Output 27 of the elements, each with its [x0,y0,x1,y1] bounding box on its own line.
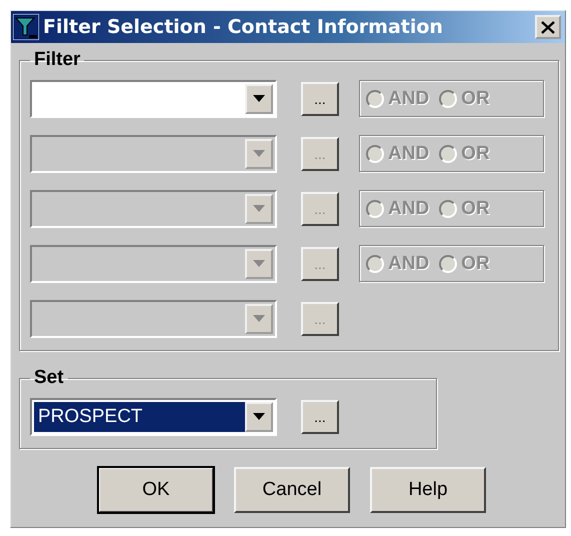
radio-label: AND [388,142,430,164]
radio-label: OR [461,252,490,274]
browse-button[interactable]: ... [301,82,339,116]
radio-label: AND [388,88,430,110]
radio-label: OR [461,198,490,220]
funnel-icon [13,14,39,40]
dropdown-arrow-icon [253,205,265,212]
dropdown-field[interactable] [30,80,277,118]
radio-label: AND [388,252,430,274]
close-icon [541,20,555,34]
dialog-button[interactable]: Cancel [234,467,350,513]
browse-button[interactable]: ... [301,400,339,434]
dropdown-arrow-icon [253,150,265,157]
dropdown-arrow-icon [253,260,265,267]
radio-label: AND [388,198,430,220]
dropdown-field[interactable]: PROSPECT [30,398,277,436]
dropdown-arrow-icon [253,315,265,322]
radio-label: OR [461,142,490,164]
close-button[interactable] [535,15,561,39]
dialog-button[interactable]: Help [370,467,486,513]
dialog-button[interactable]: OK [98,467,214,513]
group-label: Set [33,367,65,389]
dropdown-arrow-icon [253,413,265,420]
radio-label: OR [461,88,490,110]
group-label: Filter [33,49,82,71]
window-title: Filter Selection - Contact Information [43,16,444,38]
dropdown-arrow-icon [253,95,265,102]
